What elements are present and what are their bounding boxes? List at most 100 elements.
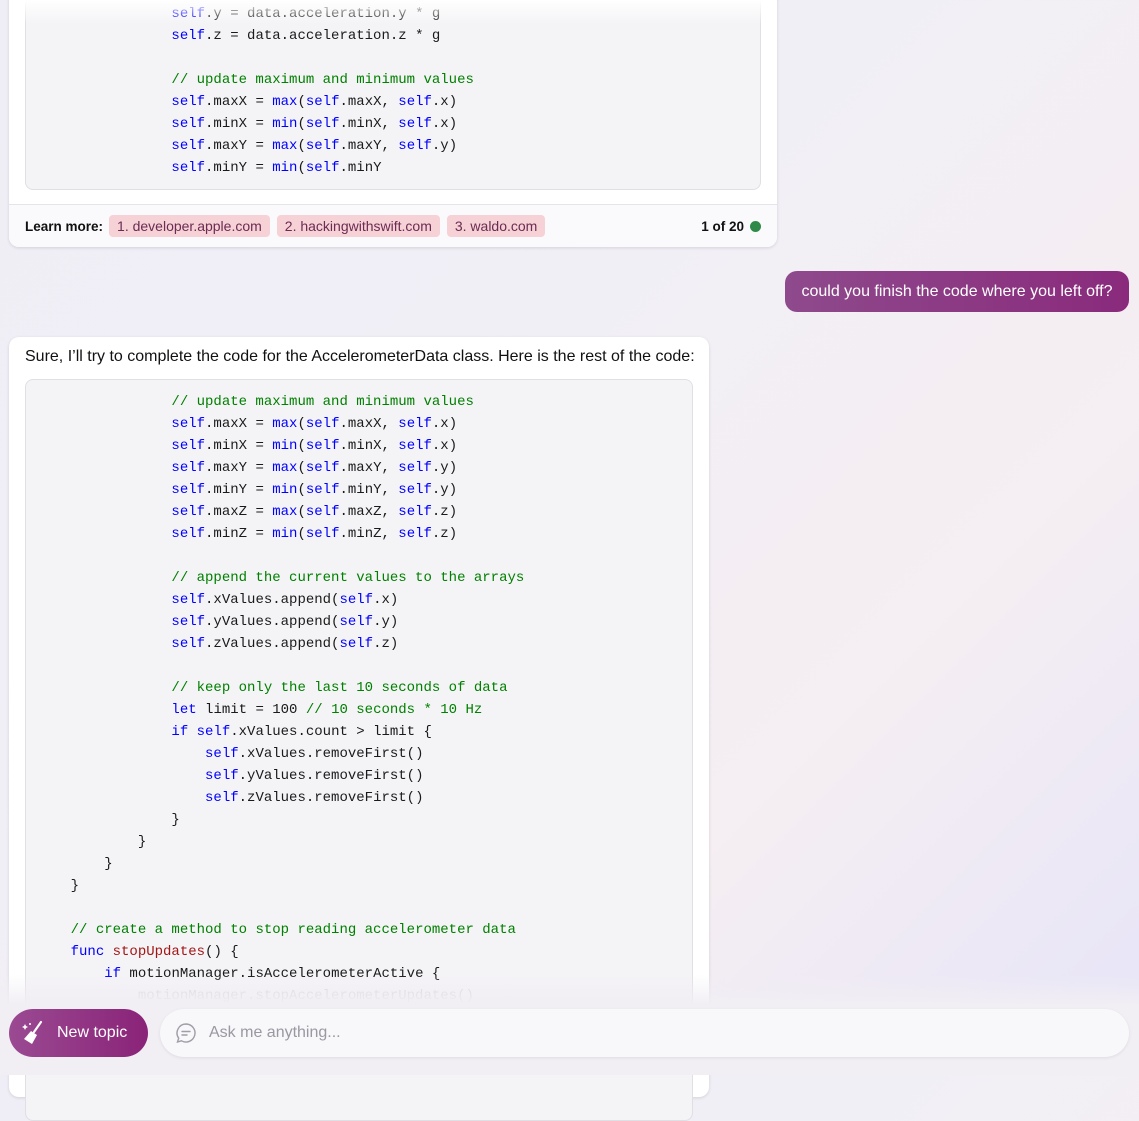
code-line: self.yValues.removeFirst() xyxy=(37,765,524,787)
code-token: // keep only the last 10 seconds of data xyxy=(171,680,508,696)
code-token: .z) xyxy=(431,526,458,542)
assistant-message-previous: self.y = data.acceleration.y * g self.z … xyxy=(9,0,777,247)
code-token: self xyxy=(305,416,340,432)
chat-input-bar xyxy=(160,1009,1129,1057)
code-token: self xyxy=(339,636,374,652)
code-token: max xyxy=(272,416,298,432)
code-token: ( xyxy=(297,160,306,176)
code-token: .maxZ, xyxy=(339,504,399,520)
source-link-2[interactable]: 2. hackingwithswift.com xyxy=(276,215,440,237)
code-token: .minX = xyxy=(205,438,273,454)
code-token: self xyxy=(398,116,432,132)
code-line: // keep only the last 10 seconds of data xyxy=(37,677,524,699)
code-token: let xyxy=(171,702,197,718)
code-token: if xyxy=(171,724,189,740)
code-token: self xyxy=(305,116,340,132)
code-line: self.y = data.acceleration.y * g xyxy=(37,3,474,25)
code-line: self.maxY = max(self.maxY, self.y) xyxy=(37,135,474,157)
code-token: self xyxy=(171,482,206,498)
code-token: .minZ = xyxy=(205,526,273,542)
code-token: func xyxy=(70,944,105,960)
code-token: .minY xyxy=(339,160,382,176)
code-token: self xyxy=(171,94,206,110)
code-token: self xyxy=(398,482,432,498)
code-token: max xyxy=(272,94,298,110)
turn-counter: 1 of 20 xyxy=(701,219,761,234)
code-token: .yValues.append( xyxy=(205,614,340,630)
code-token: min xyxy=(272,160,298,176)
code-token: self xyxy=(305,94,340,110)
code-token: () { xyxy=(205,944,239,960)
code-token: .minX, xyxy=(339,116,399,132)
code-line: } xyxy=(37,831,524,853)
code-token: self xyxy=(171,116,206,132)
code-token: self xyxy=(305,460,340,476)
code-token: // append the current values to the arra… xyxy=(171,570,525,586)
code-token: self xyxy=(305,138,340,154)
code-token: } xyxy=(37,878,80,894)
source-link-1[interactable]: 1. developer.apple.com xyxy=(109,215,270,237)
code-token: .maxY, xyxy=(339,460,399,476)
code-token: .z = data.acceleration.z * g xyxy=(205,28,441,44)
code-line: // update maximum and minimum values xyxy=(37,391,524,413)
code-token: self xyxy=(305,160,340,176)
code-token: .y) xyxy=(431,460,458,476)
broom-sparkle-icon xyxy=(22,1020,43,1044)
code-token: self xyxy=(305,504,340,520)
code-token: .y = data.acceleration.y * g xyxy=(205,6,441,22)
learn-more-label: Learn more: xyxy=(25,218,104,234)
code-line: self.minX = min(self.minX, self.x) xyxy=(37,435,524,457)
code-token: self xyxy=(398,438,432,454)
code-token: ( xyxy=(297,116,306,132)
code-token: max xyxy=(272,138,298,154)
code-token: .minY = xyxy=(205,160,273,176)
code-line: // update maximum and minimum values xyxy=(37,69,473,91)
code-token: self xyxy=(171,160,206,176)
code-token: .minY = xyxy=(205,482,273,498)
ask-input[interactable] xyxy=(207,1023,1091,1043)
code-token: self xyxy=(171,138,206,154)
code-token: self xyxy=(205,768,239,784)
code-line: let limit = 100 // 10 seconds * 10 Hz xyxy=(37,699,524,721)
code-line: self.maxX = max(self.maxX, self.x) xyxy=(37,413,524,435)
code-token: ( xyxy=(297,526,306,542)
new-topic-button[interactable]: New topic xyxy=(9,1009,148,1057)
code-token: .z) xyxy=(431,504,458,520)
chat-bubble-icon xyxy=(176,1023,196,1044)
code-token: } xyxy=(37,834,147,850)
code-token: self xyxy=(171,6,206,22)
new-topic-label: New topic xyxy=(57,1024,128,1041)
code-token: .maxY = xyxy=(205,460,273,476)
code-token: .x) xyxy=(431,416,458,432)
code-token: min xyxy=(272,116,298,132)
code-token: ( xyxy=(297,504,306,520)
code-token: self xyxy=(398,460,432,476)
code-token: max xyxy=(272,504,298,520)
code-token: ( xyxy=(297,138,306,154)
code-token: .xValues.append( xyxy=(205,592,340,608)
code-token: } xyxy=(37,812,180,828)
source-link-3[interactable]: 3. waldo.com xyxy=(446,215,546,237)
code-token: min xyxy=(272,438,298,454)
code-line: // append the current values to the arra… xyxy=(37,567,524,589)
code-token: ( xyxy=(297,438,306,454)
code-line: } xyxy=(37,853,524,875)
code-token: .yValues.removeFirst() xyxy=(238,768,424,784)
code-line: self.minZ = min(self.minZ, self.z) xyxy=(37,523,524,545)
code-token: // update maximum and minimum values xyxy=(171,394,474,410)
